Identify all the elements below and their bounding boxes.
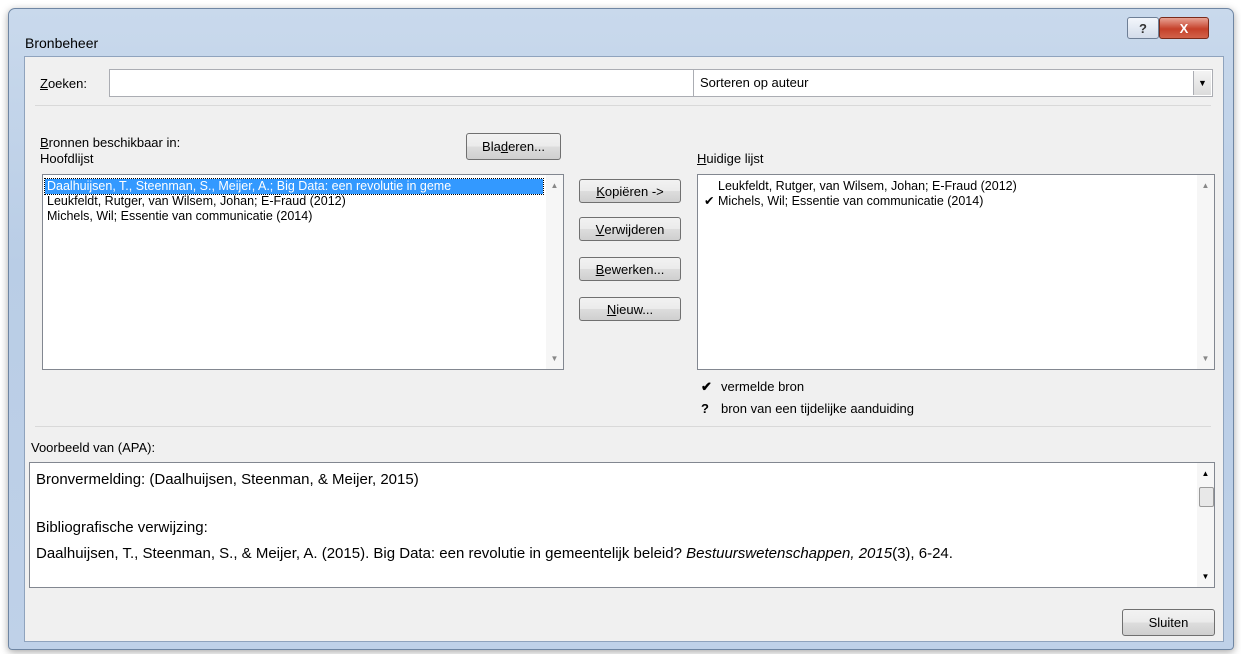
window-title: Bronbeheer xyxy=(25,35,99,51)
scrollbar[interactable]: ▲ ▼ xyxy=(1197,463,1214,587)
check-icon: ✔ xyxy=(704,194,715,208)
preview-box: Bronvermelding: (Daalhuijsen, Steenman, … xyxy=(29,462,1215,588)
scrollbar[interactable]: ▲ ▼ xyxy=(546,175,563,369)
copy-button[interactable]: Kopiëren -> xyxy=(579,179,681,203)
sources-available-label: Bronnen beschikbaar in: xyxy=(40,135,181,150)
scroll-up-icon[interactable]: ▲ xyxy=(1197,469,1214,478)
list-item[interactable]: ✔ Michels, Wil; Essentie van communicatie… xyxy=(704,194,983,209)
scroll-down-icon[interactable]: ▼ xyxy=(1197,572,1214,581)
close-window-button[interactable]: X xyxy=(1159,17,1209,39)
list-item[interactable]: Leukfeldt, Rutger, van Wilsem, Johan; E-… xyxy=(704,179,1017,194)
preview-label: Voorbeeld van (APA): xyxy=(31,440,156,455)
list-item[interactable]: Daalhuijsen, T., Steenman, S., Meijer, A… xyxy=(44,178,544,195)
check-icon: ✔ xyxy=(701,379,712,394)
delete-button[interactable]: Verwijderen xyxy=(579,217,681,241)
divider xyxy=(35,426,1211,427)
browse-button[interactable]: Bla d eren... xyxy=(466,133,561,160)
close-button[interactable]: Sluiten xyxy=(1122,609,1215,636)
master-list-label: Hoofdlijst xyxy=(40,151,94,166)
master-source-list[interactable]: Daalhuijsen, T., Steenman, S., Meijer, A… xyxy=(42,174,564,370)
sort-dropdown[interactable]: Sorteren op auteur ▼ xyxy=(693,69,1213,97)
question-icon: ? xyxy=(701,401,709,416)
divider xyxy=(35,105,1211,106)
scroll-up-icon[interactable]: ▲ xyxy=(546,181,563,190)
new-button[interactable]: Nieuw... xyxy=(579,297,681,321)
current-list-label: Huidige lijst xyxy=(697,151,764,166)
search-input[interactable] xyxy=(109,69,705,97)
chevron-down-icon[interactable]: ▼ xyxy=(1193,71,1211,95)
list-item[interactable]: Leukfeldt, Rutger, van Wilsem, Johan; E-… xyxy=(47,194,346,209)
scroll-down-icon[interactable]: ▼ xyxy=(546,354,563,363)
edit-button[interactable]: Bewerken... xyxy=(579,257,681,281)
current-source-list[interactable]: Leukfeldt, Rutger, van Wilsem, Johan; E-… xyxy=(697,174,1215,370)
sort-selected-value: Sorteren op auteur xyxy=(700,75,809,90)
list-item[interactable]: Michels, Wil; Essentie van communicatie … xyxy=(47,209,312,224)
scroll-thumb[interactable] xyxy=(1199,487,1214,507)
scroll-down-icon[interactable]: ▼ xyxy=(1197,354,1214,363)
scroll-up-icon[interactable]: ▲ xyxy=(1197,181,1214,190)
help-button[interactable]: ? xyxy=(1127,17,1159,39)
citation-text: Bronvermelding: (Daalhuijsen, Steenman, … xyxy=(36,471,419,488)
search-label: Zoeken: xyxy=(40,76,87,91)
legend-cited: ✔ vermelde bron xyxy=(701,379,805,394)
bibliography-heading: Bibliografische verwijzing: xyxy=(36,519,208,536)
scrollbar[interactable]: ▲ ▼ xyxy=(1197,175,1214,369)
dialog-client-area: Zoeken: Sorteren op auteur ▼ Bronnen bes… xyxy=(24,56,1224,642)
legend-placeholder: ? bron van een tijdelijke aanduiding xyxy=(701,401,914,416)
bibliography-entry: Daalhuijsen, T., Steenman, S., & Meijer,… xyxy=(36,545,953,562)
